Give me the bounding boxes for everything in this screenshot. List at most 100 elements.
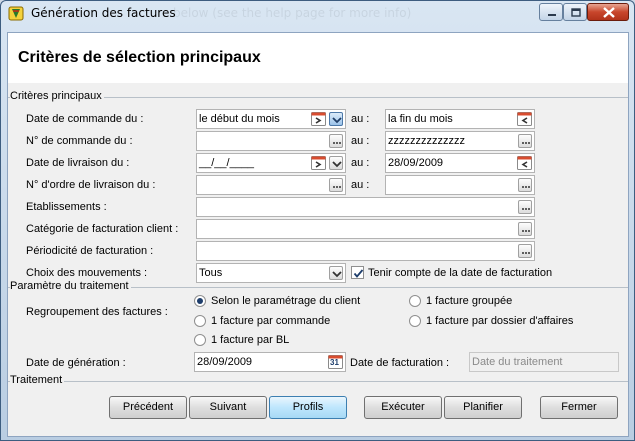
mouvements-select[interactable]: Tous xyxy=(196,263,346,283)
browse-button[interactable] xyxy=(329,134,343,148)
mouvements-label: Choix des mouvements : xyxy=(26,267,148,279)
close-icon xyxy=(603,7,615,18)
date-facturation-value: Date du traitement xyxy=(472,356,563,368)
date-livraison-from-input[interactable]: __/__/____ xyxy=(196,153,346,173)
browse-button[interactable] xyxy=(518,178,532,192)
radio-par-commande[interactable] xyxy=(194,315,206,327)
calendar-day: 31 xyxy=(330,358,339,367)
main-window: Génération des factures below (see the h… xyxy=(0,0,635,441)
radio-par-dossier-label[interactable]: 1 facture par dossier d'affaires xyxy=(426,315,573,327)
header-panel: Critères de sélection principaux xyxy=(8,33,628,83)
browse-button[interactable] xyxy=(518,134,532,148)
calendar-icon[interactable] xyxy=(517,112,532,126)
ellipsis-icon xyxy=(333,142,341,144)
precedent-button[interactable]: Précédent xyxy=(109,396,187,419)
ellipsis-icon xyxy=(522,142,530,144)
ellipsis-icon xyxy=(522,186,530,188)
fermer-button[interactable]: Fermer xyxy=(540,396,618,419)
tenir-compte-checkbox[interactable] xyxy=(351,266,364,279)
date-facturation-label: Date de facturation : xyxy=(350,357,450,369)
date-livraison-to-input[interactable]: 28/09/2009 xyxy=(385,153,535,173)
date-generation-input[interactable]: 28/09/2009 31 xyxy=(194,352,346,372)
num-ordre-to-input[interactable] xyxy=(385,175,535,195)
regroupement-label: Regroupement des factures : xyxy=(26,306,168,318)
calendar-icon[interactable] xyxy=(311,112,326,126)
minimize-button[interactable] xyxy=(539,3,563,21)
executer-button[interactable]: Exécuter xyxy=(364,396,442,419)
date-commande-to-value: la fin du mois xyxy=(388,113,453,125)
date-facturation-input: Date du traitement xyxy=(469,352,619,372)
profils-button[interactable]: Profils xyxy=(269,396,347,419)
date-commande-label: Date de commande du : xyxy=(26,113,144,125)
num-commande-from-input[interactable] xyxy=(196,131,346,151)
num-commande-to-value: zzzzzzzzzzzzzz xyxy=(388,135,465,147)
maximize-button[interactable] xyxy=(563,3,587,21)
calendar-icon[interactable] xyxy=(517,156,532,170)
calendar-icon[interactable] xyxy=(311,156,326,170)
radio-par-bl[interactable] xyxy=(194,334,206,346)
dialog-client-area: Critères de sélection principaux Critère… xyxy=(7,32,629,437)
close-button[interactable] xyxy=(587,3,629,21)
dropdown-button[interactable] xyxy=(329,266,343,280)
num-commande-to-input[interactable]: zzzzzzzzzzzzzz xyxy=(385,131,535,151)
browse-button[interactable] xyxy=(518,222,532,236)
num-commande-au-label: au : xyxy=(351,135,370,147)
date-commande-au-label: au : xyxy=(351,113,370,125)
chevron-down-icon xyxy=(332,271,342,278)
tenir-compte-label[interactable]: Tenir compte de la date de facturation xyxy=(368,267,552,279)
date-commande-from-value: le début du mois xyxy=(199,113,280,125)
etablissements-input[interactable] xyxy=(196,197,535,217)
maximize-icon xyxy=(571,8,581,17)
browse-button[interactable] xyxy=(518,244,532,258)
categorie-label: Catégorie de facturation client : xyxy=(26,223,179,235)
calendar-icon[interactable]: 31 xyxy=(328,355,343,369)
num-commande-label: N° de commande du : xyxy=(26,135,133,147)
date-commande-from-input[interactable]: le début du mois xyxy=(196,109,346,129)
dropdown-button[interactable] xyxy=(329,156,343,170)
radio-groupee[interactable] xyxy=(409,295,421,307)
periodicite-input[interactable] xyxy=(196,241,535,261)
date-livraison-from-value: __/__/____ xyxy=(199,157,255,169)
categorie-input[interactable] xyxy=(196,219,535,239)
radio-par-bl-label[interactable]: 1 facture par BL xyxy=(211,334,289,346)
ellipsis-icon xyxy=(522,230,530,232)
mouvements-value: Tous xyxy=(199,267,223,279)
num-ordre-au-label: au : xyxy=(351,179,370,191)
chevron-down-icon xyxy=(332,117,342,124)
ellipsis-icon xyxy=(333,186,341,188)
page-title: Critères de sélection principaux xyxy=(18,49,261,66)
radio-dot xyxy=(197,298,203,304)
periodicite-label: Périodicité de facturation : xyxy=(26,245,154,257)
title-bar[interactable]: Génération des factures below (see the h… xyxy=(1,1,634,25)
planifier-button[interactable]: Planifier xyxy=(444,396,522,419)
date-generation-value: 28/09/2009 xyxy=(197,356,253,368)
dropdown-button[interactable] xyxy=(329,112,343,126)
group-separator-traitement xyxy=(8,381,628,382)
app-icon xyxy=(8,5,24,21)
minimize-icon xyxy=(548,14,556,16)
radio-par-commande-label[interactable]: 1 facture par commande xyxy=(211,315,330,327)
date-commande-to-input[interactable]: la fin du mois xyxy=(385,109,535,129)
suivant-button[interactable]: Suivant xyxy=(189,396,267,419)
radio-par-dossier[interactable] xyxy=(409,315,421,327)
group-label-criteres: Critères principaux xyxy=(10,90,104,102)
ellipsis-icon xyxy=(522,252,530,254)
chevron-down-icon xyxy=(332,161,342,168)
date-livraison-au-label: au : xyxy=(351,157,370,169)
group-label-traitement: Traitement xyxy=(10,374,65,386)
num-ordre-livraison-label: N° d'ordre de livraison du : xyxy=(26,179,156,191)
browse-button[interactable] xyxy=(329,178,343,192)
radio-groupee-label[interactable]: 1 facture groupée xyxy=(426,295,512,307)
checkmark-icon xyxy=(353,269,364,278)
etablissements-label: Etablissements : xyxy=(26,201,107,213)
ghost-text: below (see the help page for more info) xyxy=(173,6,412,20)
date-livraison-label: Date de livraison du : xyxy=(26,157,130,169)
radio-selon-client-label[interactable]: Selon le paramétrage du client xyxy=(211,295,360,307)
group-label-parametre: Paramètre du traitement xyxy=(10,280,131,292)
date-generation-label: Date de génération : xyxy=(26,357,126,369)
num-ordre-from-input[interactable] xyxy=(196,175,346,195)
date-livraison-to-value: 28/09/2009 xyxy=(388,157,444,169)
window-title: Génération des factures xyxy=(31,6,176,20)
browse-button[interactable] xyxy=(518,200,532,214)
radio-selon-client[interactable] xyxy=(194,295,206,307)
